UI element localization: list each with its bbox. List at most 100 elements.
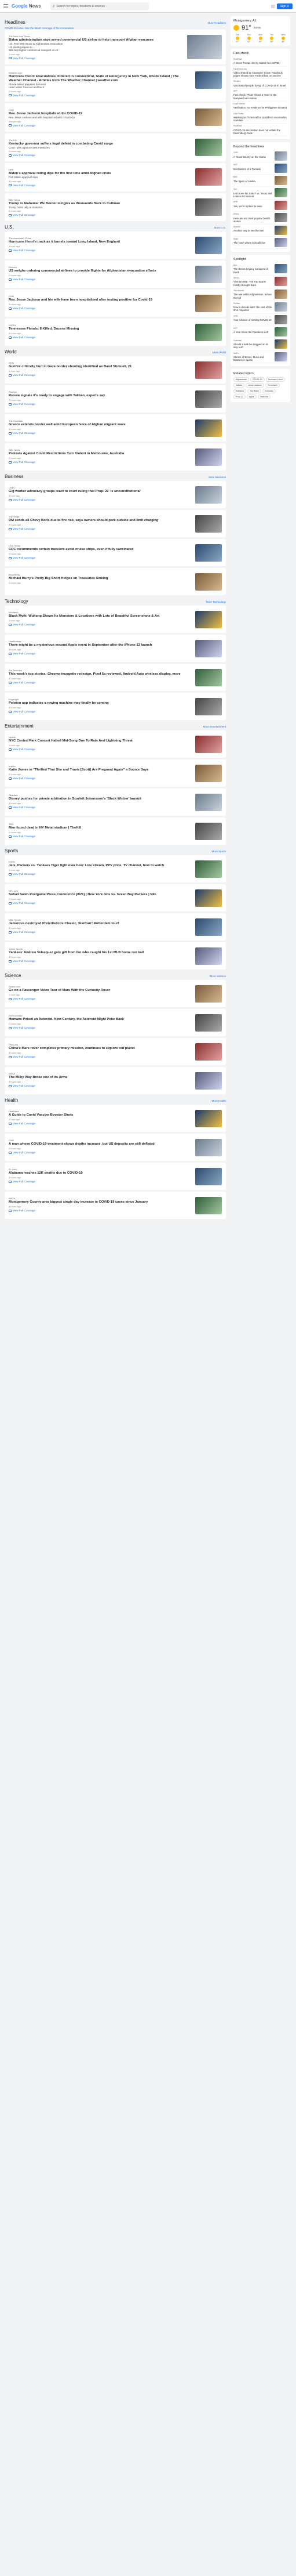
spotlight-thumbnail[interactable] (275, 289, 287, 299)
topic-chip[interactable]: COVID-19 (250, 377, 265, 382)
story-source[interactable]: CNN (9, 1139, 192, 1142)
story-thumbnail[interactable] (195, 640, 222, 658)
story-thumbnail[interactable] (195, 985, 222, 1003)
story-thumbnail[interactable] (195, 947, 222, 965)
related-story[interactable]: Henri latest: forecast and track (9, 86, 192, 89)
story[interactable]: WKRN Tennessee Floods: 8 Killed, Dozens M… (9, 322, 222, 343)
spotlight-thumbnail[interactable] (275, 264, 287, 274)
menu-icon[interactable] (3, 4, 8, 8)
full-coverage-label[interactable]: View Full Coverage (13, 902, 35, 905)
story-title[interactable]: Hurricane Henri: Evacuations Ordered in … (9, 75, 192, 83)
full-coverage-link[interactable]: View Full Coverage (9, 777, 192, 780)
full-coverage-link[interactable]: View Full Coverage (9, 57, 184, 60)
story-thumbnail[interactable] (195, 698, 222, 716)
story-title[interactable]: Alabama reaches 12K deaths due to COVID-… (9, 1171, 192, 1175)
full-coverage-label[interactable]: View Full Coverage (13, 154, 35, 157)
beyond-title[interactable]: A Texas Bounty on the Alamo (233, 155, 273, 158)
story[interactable]: Engadget Peloton app indicates a rowing m… (9, 696, 222, 717)
spotlight-item[interactable]: The Atlantic The war within Afghanistan, … (233, 288, 287, 301)
topic-chip[interactable]: Joe Biden (247, 389, 262, 394)
full-coverage-label[interactable]: View Full Coverage (13, 931, 35, 934)
story-title[interactable]: Rev. Jesse Jackson and his wife have bee… (9, 298, 192, 302)
full-coverage-label[interactable]: View Full Coverage (13, 1209, 35, 1212)
story-title[interactable]: A man whose COVID-19 treatment shows dea… (9, 1142, 192, 1146)
full-coverage-link[interactable]: View Full Coverage (9, 835, 192, 838)
story-thumbnail[interactable] (195, 765, 222, 783)
spotlight-title[interactable]: Stories of Bezos, Musk and Branson in sp… (233, 356, 273, 362)
sign-in-button[interactable]: Sign in (276, 3, 293, 9)
beyond-thumbnail[interactable] (275, 188, 287, 198)
story-source[interactable]: Deadline (9, 794, 192, 797)
story-thumbnail[interactable] (195, 448, 222, 466)
story-source[interactable]: CNN (9, 295, 192, 298)
story[interactable]: CNBC Gig worker advocacy groups react to … (9, 484, 222, 505)
story-title[interactable]: Gunfire critically hurt in Gaza border s… (9, 365, 192, 369)
story-title[interactable]: Jamarcus destroyed Preterlisticos Classi… (9, 922, 192, 926)
story[interactable]: Weather.com Hurricane Henri: Evacuations … (9, 70, 222, 99)
full-coverage-label[interactable]: View Full Coverage (13, 777, 35, 780)
spotlight-thumbnail[interactable] (275, 314, 287, 324)
beyond-title[interactable]: Here are our most popular health stories (233, 217, 273, 223)
spotlight-thumbnail[interactable] (275, 277, 287, 287)
fact-check-claim[interactable]: Verification: No evidence for Philippine… (233, 106, 287, 109)
full-coverage-link[interactable]: View Full Coverage (9, 931, 192, 934)
story-title[interactable]: DM sends all Chevy Bolts due to fire ris… (9, 519, 192, 523)
full-coverage-link[interactable]: View Full Coverage (9, 997, 192, 1000)
full-coverage-link[interactable]: View Full Coverage (9, 249, 192, 252)
beyond-item[interactable]: Wired Here are our most popular health st… (233, 212, 287, 225)
fact-check-claim[interactable]: Fact check: Photo shows a 'Nazi' in the … (233, 93, 287, 100)
story[interactable]: The New York Times Biden administration s… (9, 33, 222, 61)
story-title[interactable]: Hurricane Henri's track as it barrels to… (9, 240, 192, 244)
full-coverage-link[interactable]: View Full Coverage (9, 184, 192, 187)
full-coverage-link[interactable]: View Full Coverage (9, 748, 192, 751)
spotlight-title[interactable]: Now a decade later: the cost of the 9/11… (233, 306, 273, 312)
related-story[interactable]: Poll: Biden approval slips (9, 176, 192, 179)
story-thumbnail[interactable] (187, 35, 222, 59)
topic-chip[interactable]: Apple (246, 395, 257, 400)
story[interactable]: Variety NYC Central Park Concert Halted M… (9, 734, 222, 755)
story-source[interactable]: ABC News (9, 448, 192, 451)
full-coverage-link[interactable]: View Full Coverage (9, 1026, 192, 1029)
full-coverage-link[interactable]: View Full Coverage (9, 374, 192, 377)
section-more-link[interactable]: More Health (211, 1099, 226, 1102)
related-story[interactable]: Trump hosts rally in Alabama (9, 206, 192, 209)
story-source[interactable]: Reuters (9, 266, 192, 269)
story-thumbnail[interactable] (195, 860, 222, 878)
related-story[interactable]: Will help flights commercial transport i… (9, 49, 184, 52)
story-source[interactable]: WKRN (9, 324, 192, 327)
story-title[interactable]: Montgomery County area biggest single da… (9, 1200, 192, 1204)
full-coverage-link[interactable]: View Full Coverage (9, 623, 192, 626)
story[interactable]: The Associated Press Hurricane Henri's tr… (9, 235, 222, 256)
topic-chip[interactable]: Tennessee (265, 383, 280, 388)
section-title[interactable]: U.S. (5, 225, 14, 230)
story-source[interactable]: Phys.org (9, 1043, 192, 1046)
full-coverage-label[interactable]: View Full Coverage (13, 307, 35, 310)
story-thumbnail[interactable] (195, 138, 222, 156)
full-coverage-link[interactable]: View Full Coverage (9, 806, 192, 809)
story-thumbnail[interactable] (195, 1197, 222, 1215)
full-coverage-link[interactable]: View Full Coverage (9, 1180, 192, 1183)
story-source[interactable]: The Verge (9, 515, 192, 518)
beyond-thumbnail[interactable] (275, 238, 287, 248)
spotlight-title[interactable]: A Year Since the Pandemic Left (233, 331, 273, 334)
story-title[interactable]: Peloton app indicates a rowing machine m… (9, 701, 192, 705)
story-thumbnail[interactable] (195, 1043, 222, 1061)
story-title[interactable]: Disney pushes for private arbitration in… (9, 797, 192, 801)
full-coverage-label[interactable]: View Full Coverage (13, 94, 35, 97)
beyond-title[interactable]: Another way to see the tree (233, 229, 273, 232)
section-title[interactable]: Technology (5, 599, 28, 604)
story-source[interactable]: MacRumors (9, 640, 192, 643)
fact-check-claim[interactable]: Washington Times rail lot on Biden's vac… (233, 116, 287, 122)
story[interactable]: CNN A man whose COVID-19 treatment shows … (9, 1137, 222, 1158)
story-title[interactable]: China's Mars rover completes primary mis… (9, 1047, 192, 1051)
beyond-item[interactable]: NYT Mechanism of a Tornado (233, 162, 287, 175)
story-title[interactable]: Trump in Alabama: We Border mingles as t… (9, 202, 192, 206)
story[interactable]: The Guardian Greece extends border wall a… (9, 418, 222, 439)
story-source[interactable]: NASA (9, 1072, 192, 1075)
full-coverage-label[interactable]: View Full Coverage (13, 57, 35, 60)
google-news-logo[interactable]: Google News (12, 3, 41, 9)
story-source[interactable]: WSFA (9, 1197, 192, 1200)
story-title[interactable]: Kentucky governor suffers legal defeat i… (9, 142, 192, 146)
full-coverage-link[interactable]: View Full Coverage (9, 498, 192, 501)
section-title[interactable]: Business (5, 474, 23, 479)
